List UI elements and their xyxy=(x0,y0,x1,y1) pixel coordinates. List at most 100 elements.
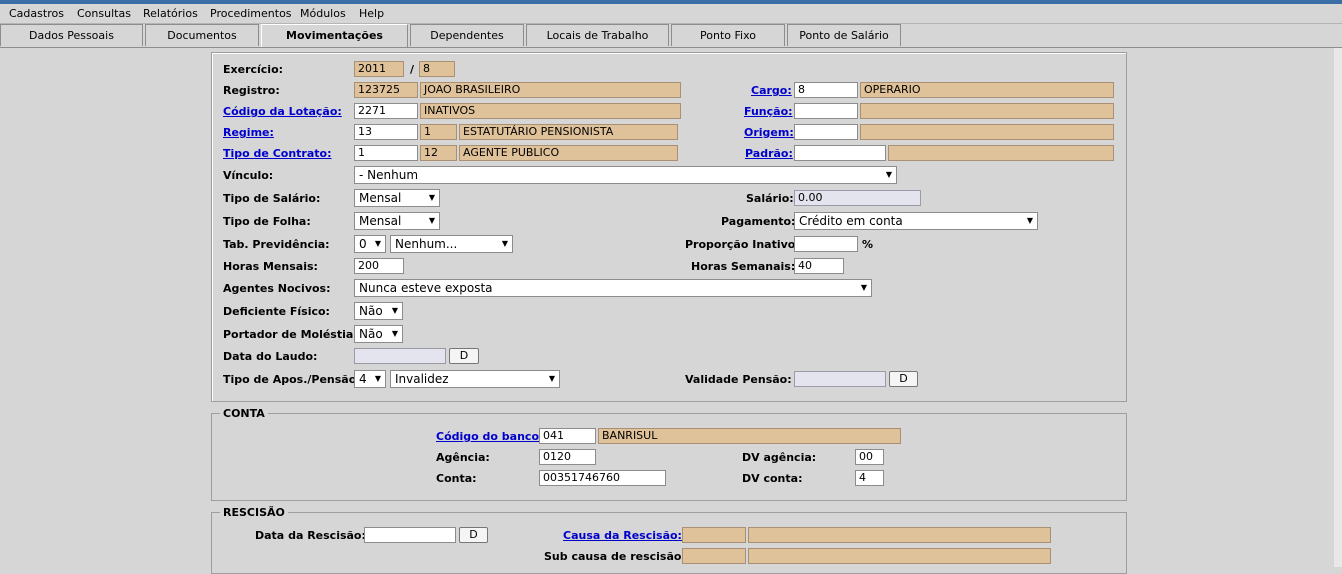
funcao-link[interactable]: Função: xyxy=(744,105,793,118)
molestia-select[interactable]: Não ▼ xyxy=(354,325,403,343)
tab-dependentes[interactable]: Dependentes xyxy=(410,24,524,46)
data-rescisao-input[interactable] xyxy=(364,527,456,543)
vertical-scrollbar[interactable] xyxy=(1334,48,1342,567)
chevron-down-icon: ▼ xyxy=(391,329,399,338)
subcausa-rescisao-code-field xyxy=(682,548,746,564)
contrato-code-input[interactable]: 1 xyxy=(354,145,418,161)
agencia-input[interactable]: 0120 xyxy=(539,449,596,465)
tipo-folha-select[interactable]: Mensal ▼ xyxy=(354,212,440,230)
validade-pensao-input[interactable] xyxy=(794,371,886,387)
contrato-num-field: 12 xyxy=(420,145,457,161)
padrao-code-input[interactable] xyxy=(794,145,886,161)
agentes-nocivos-select[interactable]: Nunca esteve exposta ▼ xyxy=(354,279,872,297)
origem-link[interactable]: Origem: xyxy=(744,126,794,139)
padrao-link[interactable]: Padrão: xyxy=(745,147,793,160)
tab-previdencia-num-value: 0 xyxy=(359,237,367,251)
conta-input[interactable]: 00351746760 xyxy=(539,470,666,486)
regime-link[interactable]: Regime: xyxy=(223,126,274,139)
tab-dados-pessoais[interactable]: Dados Pessoais xyxy=(0,24,143,46)
deficiente-select[interactable]: Não ▼ xyxy=(354,302,403,320)
tab-movimentacoes[interactable]: Movimentações xyxy=(261,24,408,48)
data-laudo-label: Data do Laudo: xyxy=(223,350,318,363)
apos-pensao-num-select[interactable]: 4 ▼ xyxy=(354,370,386,388)
dv-agencia-label: DV agência: xyxy=(742,451,817,464)
vinculo-select[interactable]: - Nenhum ▼ xyxy=(354,166,897,184)
salario-field: 0.00 xyxy=(794,190,921,206)
apos-pensao-label: Tipo de Apos./Pensão: xyxy=(223,373,361,386)
tab-bar: Dados Pessoais Documentos Movimentações … xyxy=(0,23,1342,48)
tab-locais-de-trabalho[interactable]: Locais de Trabalho xyxy=(526,24,669,46)
validade-pensao-date-button[interactable]: D xyxy=(889,371,918,387)
lotacao-code-input[interactable]: 2271 xyxy=(354,103,418,119)
data-laudo-input[interactable] xyxy=(354,348,446,364)
menu-relatorios[interactable]: Relatórios xyxy=(143,7,198,20)
rescisao-legend: RESCISÃO xyxy=(220,506,288,519)
menu-procedimentos[interactable]: Procedimentos xyxy=(210,7,292,20)
origem-code-input[interactable] xyxy=(794,124,858,140)
agentes-nocivos-value: Nunca esteve exposta xyxy=(359,281,493,295)
codigo-banco-link[interactable]: Código do banco: xyxy=(436,430,543,443)
regime-desc-field: ESTATUTÁRIO PENSIONISTA xyxy=(459,124,678,140)
cargo-code-input[interactable]: 8 xyxy=(794,82,858,98)
menu-help[interactable]: Help xyxy=(359,7,384,20)
tipo-folha-label: Tipo de Folha: xyxy=(223,215,311,228)
horas-mensais-input[interactable]: 200 xyxy=(354,258,404,274)
registro-label: Registro: xyxy=(223,84,280,97)
tab-documentos[interactable]: Documentos xyxy=(145,24,259,46)
registro-num-field: 123725 xyxy=(354,82,418,98)
registro-nome-field: JOAO BRASILEIRO xyxy=(420,82,681,98)
pagamento-value: Crédito em conta xyxy=(799,214,903,228)
funcao-code-input[interactable] xyxy=(794,103,858,119)
menu-consultas[interactable]: Consultas xyxy=(77,7,131,20)
tab-previdencia-num-select[interactable]: 0 ▼ xyxy=(354,235,386,253)
dv-conta-label: DV conta: xyxy=(742,472,803,485)
tab-previdencia-label: Tab. Previdência: xyxy=(223,238,330,251)
menu-cadastros[interactable]: Cadastros xyxy=(9,7,64,20)
causa-rescisao-link[interactable]: Causa da Rescisão: xyxy=(563,529,682,542)
chevron-down-icon: ▼ xyxy=(428,193,436,202)
horas-mensais-label: Horas Mensais: xyxy=(223,260,318,273)
chevron-down-icon: ▼ xyxy=(1026,216,1034,225)
dv-agencia-input[interactable]: 00 xyxy=(855,449,884,465)
chevron-down-icon: ▼ xyxy=(374,374,382,383)
data-rescisao-date-button[interactable]: D xyxy=(459,527,488,543)
tab-ponto-fixo[interactable]: Ponto Fixo xyxy=(671,24,785,46)
subcausa-rescisao-desc-field xyxy=(748,548,1051,564)
molestia-value: Não xyxy=(359,327,383,341)
deficiente-label: Deficiente Físico: xyxy=(223,305,330,318)
chevron-down-icon: ▼ xyxy=(860,283,868,292)
conta-legend: CONTA xyxy=(220,407,268,420)
menu-modulos[interactable]: Módulos xyxy=(300,7,346,20)
apos-pensao-select[interactable]: Invalidez ▼ xyxy=(390,370,560,388)
chevron-down-icon: ▼ xyxy=(374,239,382,248)
cargo-link[interactable]: Cargo: xyxy=(751,84,792,97)
dv-conta-input[interactable]: 4 xyxy=(855,470,884,486)
contrato-link[interactable]: Tipo de Contrato: xyxy=(223,147,331,160)
horas-semanais-input[interactable]: 40 xyxy=(794,258,844,274)
codigo-banco-input[interactable]: 041 xyxy=(539,428,596,444)
tab-ponto-de-salario[interactable]: Ponto de Salário xyxy=(787,24,901,46)
lotacao-desc-field: INATIVOS xyxy=(420,103,681,119)
tab-previdencia-select[interactable]: Nenhum... ▼ xyxy=(390,235,513,253)
apos-pensao-value: Invalidez xyxy=(395,372,449,386)
pagamento-label: Pagamento: xyxy=(721,215,796,228)
exercicio-label: Exercício: xyxy=(223,63,284,76)
padrao-desc-field xyxy=(888,145,1114,161)
pagamento-select[interactable]: Crédito em conta ▼ xyxy=(794,212,1038,230)
chevron-down-icon: ▼ xyxy=(501,239,509,248)
proporcao-input[interactable] xyxy=(794,236,858,252)
cargo-desc-field: OPERARIO xyxy=(860,82,1114,98)
regime-code-input[interactable]: 13 xyxy=(354,124,418,140)
tipo-salario-select[interactable]: Mensal ▼ xyxy=(354,189,440,207)
agentes-nocivos-label: Agentes Nocivos: xyxy=(223,282,331,295)
tipo-salario-label: Tipo de Salário: xyxy=(223,192,321,205)
funcao-desc-field xyxy=(860,103,1114,119)
chevron-down-icon: ▼ xyxy=(428,216,436,225)
subcausa-rescisao-label: Sub causa de rescisão: xyxy=(544,550,686,563)
conta-fieldset: CONTA xyxy=(211,407,1127,501)
lotacao-link[interactable]: Código da Lotação: xyxy=(223,105,342,118)
vinculo-label: Vínculo: xyxy=(223,169,274,182)
data-laudo-date-button[interactable]: D xyxy=(449,348,479,364)
vinculo-value: - Nenhum xyxy=(359,168,419,182)
conta-label: Conta: xyxy=(436,472,477,485)
